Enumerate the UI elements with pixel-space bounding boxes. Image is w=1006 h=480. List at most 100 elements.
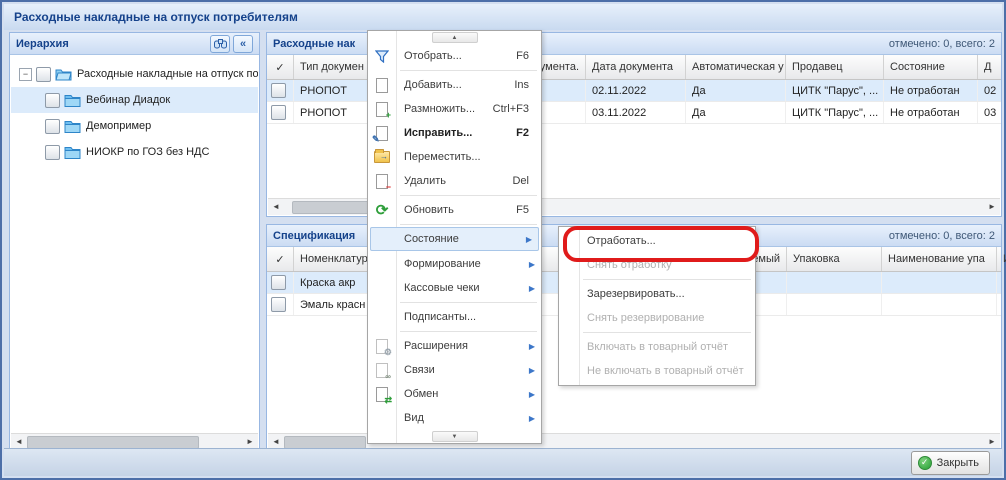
cell-package-name xyxy=(882,272,997,293)
menu-item-label: Связи xyxy=(404,364,541,376)
row-checkbox[interactable] xyxy=(271,105,286,120)
column-state[interactable]: Состояние xyxy=(884,55,978,79)
cell-clipped: 03 xyxy=(978,102,1001,123)
column-check[interactable]: ✓ xyxy=(267,55,294,79)
menu-item-label: Исправить... xyxy=(404,127,516,139)
menu-separator xyxy=(400,331,537,332)
menu-item-shortcut: Ins xyxy=(514,79,529,91)
row-checkbox[interactable] xyxy=(271,275,286,290)
column-package[interactable]: Упаковка xyxy=(787,247,882,271)
cell-empty xyxy=(997,272,1006,293)
tree-expander-icon[interactable]: − xyxy=(19,68,32,81)
row-checkbox[interactable] xyxy=(271,297,286,312)
menu-item-receipts[interactable]: Кассовые чеки ▶ xyxy=(368,276,541,300)
column-auto[interactable]: Автоматическая у xyxy=(686,55,786,79)
tree-item-checkbox[interactable] xyxy=(45,93,60,108)
binoculars-icon xyxy=(214,39,227,49)
cell-seller: ЦИТК "Парус", ... xyxy=(786,102,884,123)
documents-panel-title: Расходные нак xyxy=(273,38,355,50)
column-seller[interactable]: Продавец xyxy=(786,55,884,79)
tree-root-label: Расходные накладные на отпуск потре xyxy=(77,68,258,80)
menu-separator xyxy=(583,279,751,280)
column-clipped[interactable]: И xyxy=(997,247,1006,271)
scroll-left-icon[interactable]: ◄ xyxy=(268,434,284,449)
extensions-icon: ⚙ xyxy=(373,337,391,355)
menu-item-select[interactable]: Отобрать... F6 xyxy=(368,44,541,68)
submenu-arrow-icon: ▶ xyxy=(529,414,535,423)
submenu-item-label: Отработать... xyxy=(587,235,656,247)
menu-item-forming[interactable]: Формирование ▶ xyxy=(368,252,541,276)
menu-scroll-down[interactable]: ▼ xyxy=(368,430,541,443)
submenu-arrow-icon: ▶ xyxy=(529,390,535,399)
submenu-arrow-icon: ▶ xyxy=(529,366,535,375)
close-button[interactable]: ✓ Закрыть xyxy=(911,451,990,475)
window-title: Расходные накладные на отпуск потребител… xyxy=(14,10,298,24)
menu-item-delete[interactable]: − Удалить Del xyxy=(368,169,541,193)
tree-item-label: Вебинар Диадок xyxy=(86,94,170,106)
menu-item-refresh[interactable]: ⟳ Обновить F5 xyxy=(368,198,541,222)
menu-item-links[interactable]: ∞ Связи ▶ xyxy=(368,358,541,382)
edit-page-icon: ✎ xyxy=(373,124,391,142)
submenu-item-process[interactable]: Отработать... xyxy=(559,229,755,253)
tree-item-checkbox[interactable] xyxy=(45,145,60,160)
column-package-name[interactable]: Наименование упа xyxy=(882,247,997,271)
hierarchy-tree: − Расходные накладные на отпуск потре Ве… xyxy=(11,56,258,434)
menu-item-label: Отобрать... xyxy=(404,50,516,62)
menu-separator xyxy=(400,302,537,303)
folder-icon xyxy=(64,145,81,159)
column-clipped[interactable]: Д xyxy=(978,55,1001,79)
scroll-right-icon[interactable]: ► xyxy=(984,199,1000,214)
tree-root-checkbox[interactable] xyxy=(36,67,51,82)
column-check[interactable]: ✓ xyxy=(267,247,294,271)
menu-item-add[interactable]: Добавить... Ins xyxy=(368,73,541,97)
menu-item-view[interactable]: Вид ▶ xyxy=(368,406,541,430)
menu-item-label: Формирование xyxy=(404,258,541,270)
menu-item-exchange[interactable]: ⇄ Обмен ▶ xyxy=(368,382,541,406)
menu-item-shortcut: F6 xyxy=(516,50,529,62)
tree-item-demoprimer[interactable]: Демопример xyxy=(11,113,258,139)
documents-counter: отмечено: 0, всего: 2 xyxy=(889,38,995,50)
menu-item-duplicate[interactable]: + Размножить... Ctrl+F3 xyxy=(368,97,541,121)
specification-counter: отмечено: 0, всего: 2 xyxy=(889,230,995,242)
menu-item-signers[interactable]: Подписанты... xyxy=(368,305,541,329)
context-menu: ▲ Отобрать... F6 Добавить... Ins + Размн… xyxy=(367,30,542,444)
menu-scroll-up[interactable]: ▲ xyxy=(368,31,541,44)
scroll-right-icon[interactable]: ► xyxy=(984,434,1000,449)
submenu-item-label: Зарезервировать... xyxy=(587,288,685,300)
scroll-left-icon[interactable]: ◄ xyxy=(268,199,284,214)
tree-item-checkbox[interactable] xyxy=(45,119,60,134)
row-checkbox[interactable] xyxy=(271,83,286,98)
menu-item-label: Переместить... xyxy=(404,151,541,163)
column-doc-date[interactable]: Дата документа xyxy=(586,55,686,79)
hierarchy-collapse-button[interactable]: « xyxy=(233,35,253,53)
cell-doc-date: 02.11.2022 xyxy=(586,80,686,101)
menu-separator xyxy=(400,195,537,196)
scroll-left-icon[interactable]: ◄ xyxy=(11,434,27,449)
folder-icon xyxy=(64,119,81,133)
submenu-item-unprocess: Снять отработку xyxy=(559,253,755,277)
scroll-down-icon: ▼ xyxy=(452,434,458,440)
hierarchy-search-button[interactable] xyxy=(210,35,230,53)
menu-item-move[interactable]: → Переместить... xyxy=(368,145,541,169)
submenu-arrow-icon: ▶ xyxy=(526,235,532,244)
menu-item-state[interactable]: Состояние ▶ xyxy=(370,227,539,251)
app-window: Расходные накладные на отпуск потребител… xyxy=(0,0,1006,480)
tree-item-label: Демопример xyxy=(86,120,151,132)
tree-root-row[interactable]: − Расходные накладные на отпуск потре xyxy=(11,61,258,87)
filter-icon xyxy=(373,47,391,65)
cell-seller: ЦИТК "Парус", ... xyxy=(786,80,884,101)
tree-item-vebinar[interactable]: Вебинар Диадок xyxy=(11,87,258,113)
menu-item-edit[interactable]: ✎ Исправить... F2 xyxy=(368,121,541,145)
tree-item-label: НИОКР по ГОЗ без НДС xyxy=(86,146,209,158)
menu-item-label: Подписанты... xyxy=(404,311,541,323)
scroll-right-icon[interactable]: ► xyxy=(242,434,258,449)
submenu-item-reserve[interactable]: Зарезервировать... xyxy=(559,282,755,306)
menu-item-label: Удалить xyxy=(404,175,512,187)
exchange-icon: ⇄ xyxy=(373,385,391,403)
tree-item-niokr[interactable]: НИОКР по ГОЗ без НДС xyxy=(11,139,258,165)
folder-icon xyxy=(64,93,81,107)
menu-item-extensions[interactable]: ⚙ Расширения ▶ xyxy=(368,334,541,358)
submenu-item-label: Снять резервирование xyxy=(587,312,704,324)
menu-item-label: Расширения xyxy=(404,340,541,352)
duplicate-page-icon: + xyxy=(373,100,391,118)
